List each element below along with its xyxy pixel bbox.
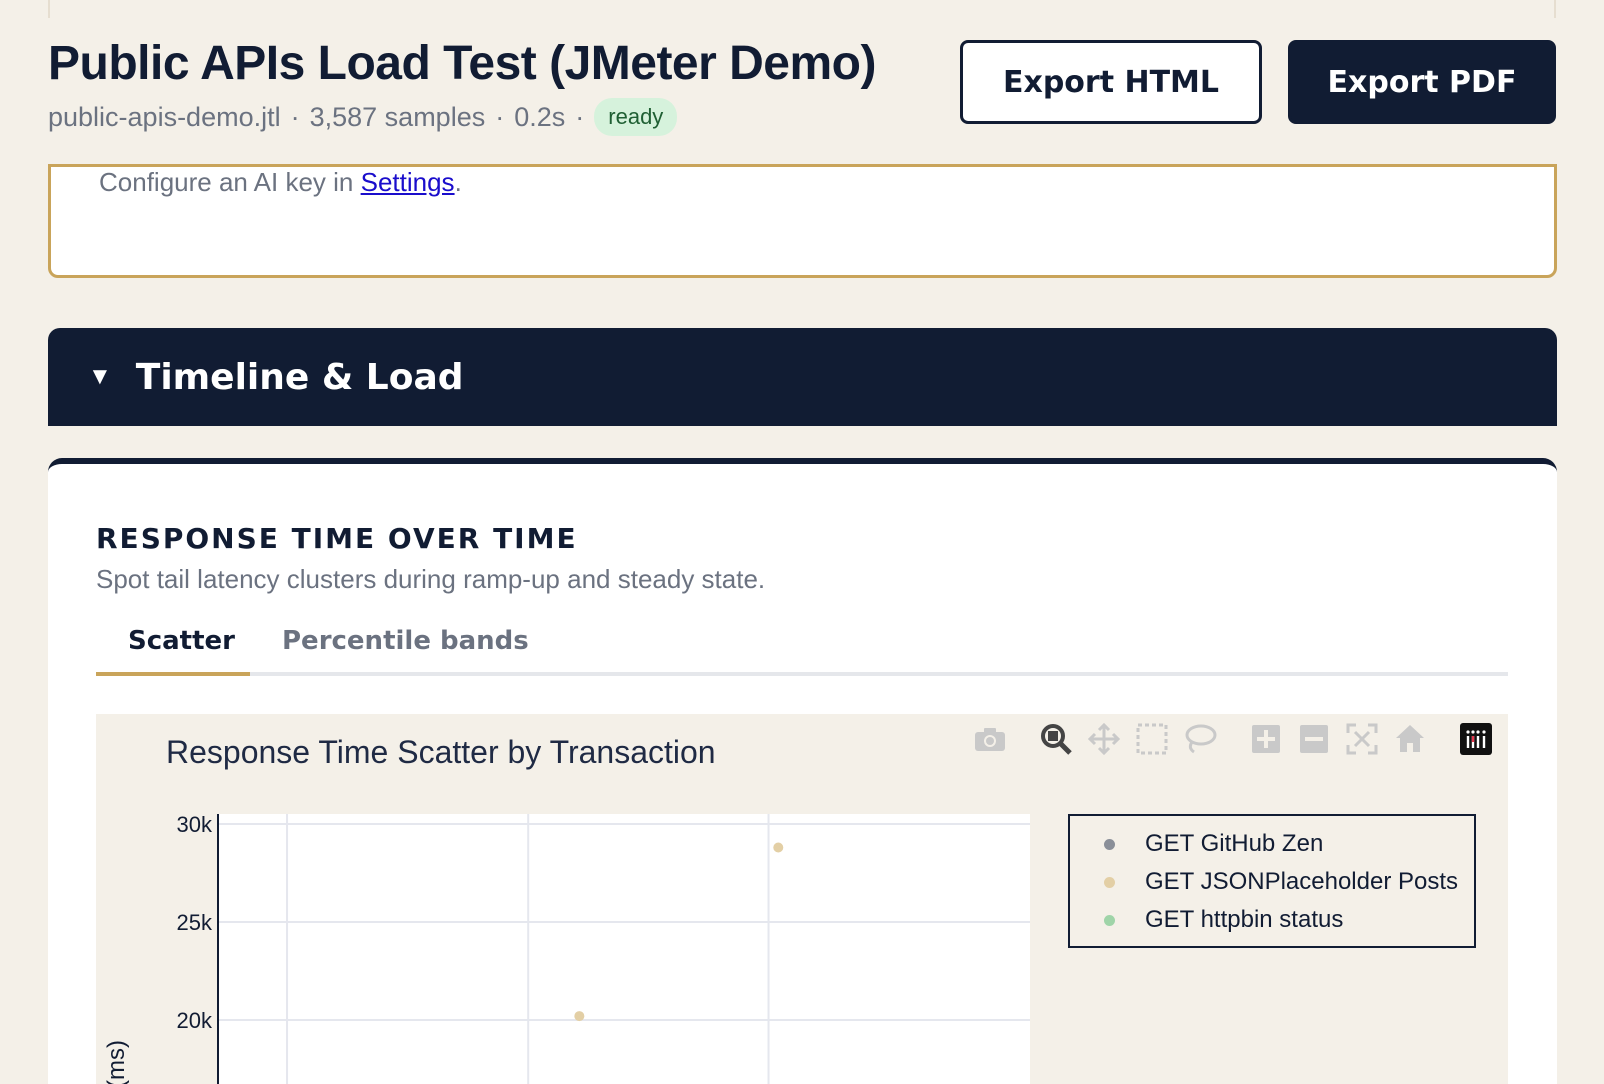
report-header: Public APIs Load Test (JMeter Demo) publ…	[48, 30, 1556, 140]
plotly-logo-icon[interactable]	[1454, 720, 1498, 758]
sample-count: 3,587 samples	[309, 101, 486, 132]
tab-percentile-bands[interactable]: Percentile bands	[282, 626, 529, 656]
page-top-edge	[48, 0, 1556, 18]
lasso-icon[interactable]	[1178, 720, 1222, 758]
card-title: RESPONSE TIME OVER TIME	[96, 522, 578, 555]
legend-marker	[1104, 838, 1115, 850]
caret-down-icon: ▼	[88, 363, 112, 390]
duration: 0.2s	[514, 101, 566, 132]
autoscale-icon[interactable]	[1340, 720, 1384, 758]
export-pdf-button[interactable]: Export PDF	[1288, 40, 1556, 124]
tab-scatter[interactable]: Scatter	[128, 626, 235, 656]
legend-item-jsonplaceholder-posts[interactable]: GET JSONPlaceholder Posts	[1070, 864, 1458, 900]
camera-icon[interactable]	[968, 720, 1012, 758]
active-tab-indicator	[96, 672, 250, 676]
legend-marker	[1104, 876, 1115, 888]
y-axis-ticks: 30k 25k 20k	[177, 812, 213, 1033]
scatter-point	[574, 1011, 585, 1022]
y-tick-label: 25k	[177, 910, 213, 935]
legend-item-httpbin-status[interactable]: GET httpbin status	[1070, 902, 1343, 938]
y-tick-label: 30k	[177, 812, 213, 837]
report-meta: public-apis-demo.jtl · 3,587 samples · 0…	[48, 98, 678, 136]
plot-modebar	[968, 720, 1498, 758]
ai-notice-card: Configure an AI key in Settings.	[48, 164, 1557, 278]
legend-label: GET JSONPlaceholder Posts	[1145, 868, 1459, 895]
chart-legend: GET GitHub Zen GET JSONPlaceholder Posts…	[1068, 814, 1476, 948]
box-select-icon[interactable]	[1130, 720, 1174, 758]
meta-separator: ·	[575, 101, 585, 132]
scatter-point	[773, 842, 784, 853]
response-time-card: RESPONSE TIME OVER TIME Spot tail latenc…	[48, 458, 1557, 1084]
status-badge: ready	[594, 98, 678, 136]
meta-separator: ·	[290, 101, 300, 132]
scatter-plot: 30k 25k 20k (ms)	[103, 812, 1030, 1084]
legend-marker	[1104, 914, 1115, 926]
zoom-out-icon[interactable]	[1292, 720, 1336, 758]
card-subtitle: Spot tail latency clusters during ramp-u…	[96, 564, 766, 594]
export-html-button[interactable]: Export HTML	[960, 40, 1262, 124]
ai-notice-text: Configure an AI key in Settings.	[99, 167, 462, 198]
chart-tabs: Scatter Percentile bands	[96, 620, 1508, 676]
page-title: Public APIs Load Test (JMeter Demo)	[48, 37, 876, 90]
meta-separator: ·	[495, 101, 505, 132]
section-title: Timeline & Load	[135, 356, 464, 398]
settings-link[interactable]: Settings	[361, 167, 455, 197]
plot-title: Response Time Scatter by Transaction	[166, 734, 716, 770]
plot-background	[218, 814, 1030, 1084]
y-tick-label: 20k	[177, 1008, 213, 1033]
zoom-icon[interactable]	[1034, 720, 1078, 758]
pan-icon[interactable]	[1082, 720, 1126, 758]
y-axis-label: (ms)	[103, 1040, 130, 1084]
plot-container: Response Time Scatter by Transaction 30k…	[96, 714, 1508, 1084]
reset-axes-icon[interactable]	[1388, 720, 1432, 758]
zoom-in-icon[interactable]	[1244, 720, 1288, 758]
ai-notice-suffix: .	[454, 167, 462, 197]
section-toggle-timeline[interactable]: ▼ Timeline & Load	[48, 328, 1557, 426]
ai-notice-prefix: Configure an AI key in	[99, 167, 361, 197]
file-name: public-apis-demo.jtl	[48, 101, 281, 132]
legend-item-github-zen[interactable]: GET GitHub Zen	[1070, 826, 1323, 862]
legend-label: GET GitHub Zen	[1145, 830, 1324, 857]
legend-label: GET httpbin status	[1145, 906, 1344, 933]
